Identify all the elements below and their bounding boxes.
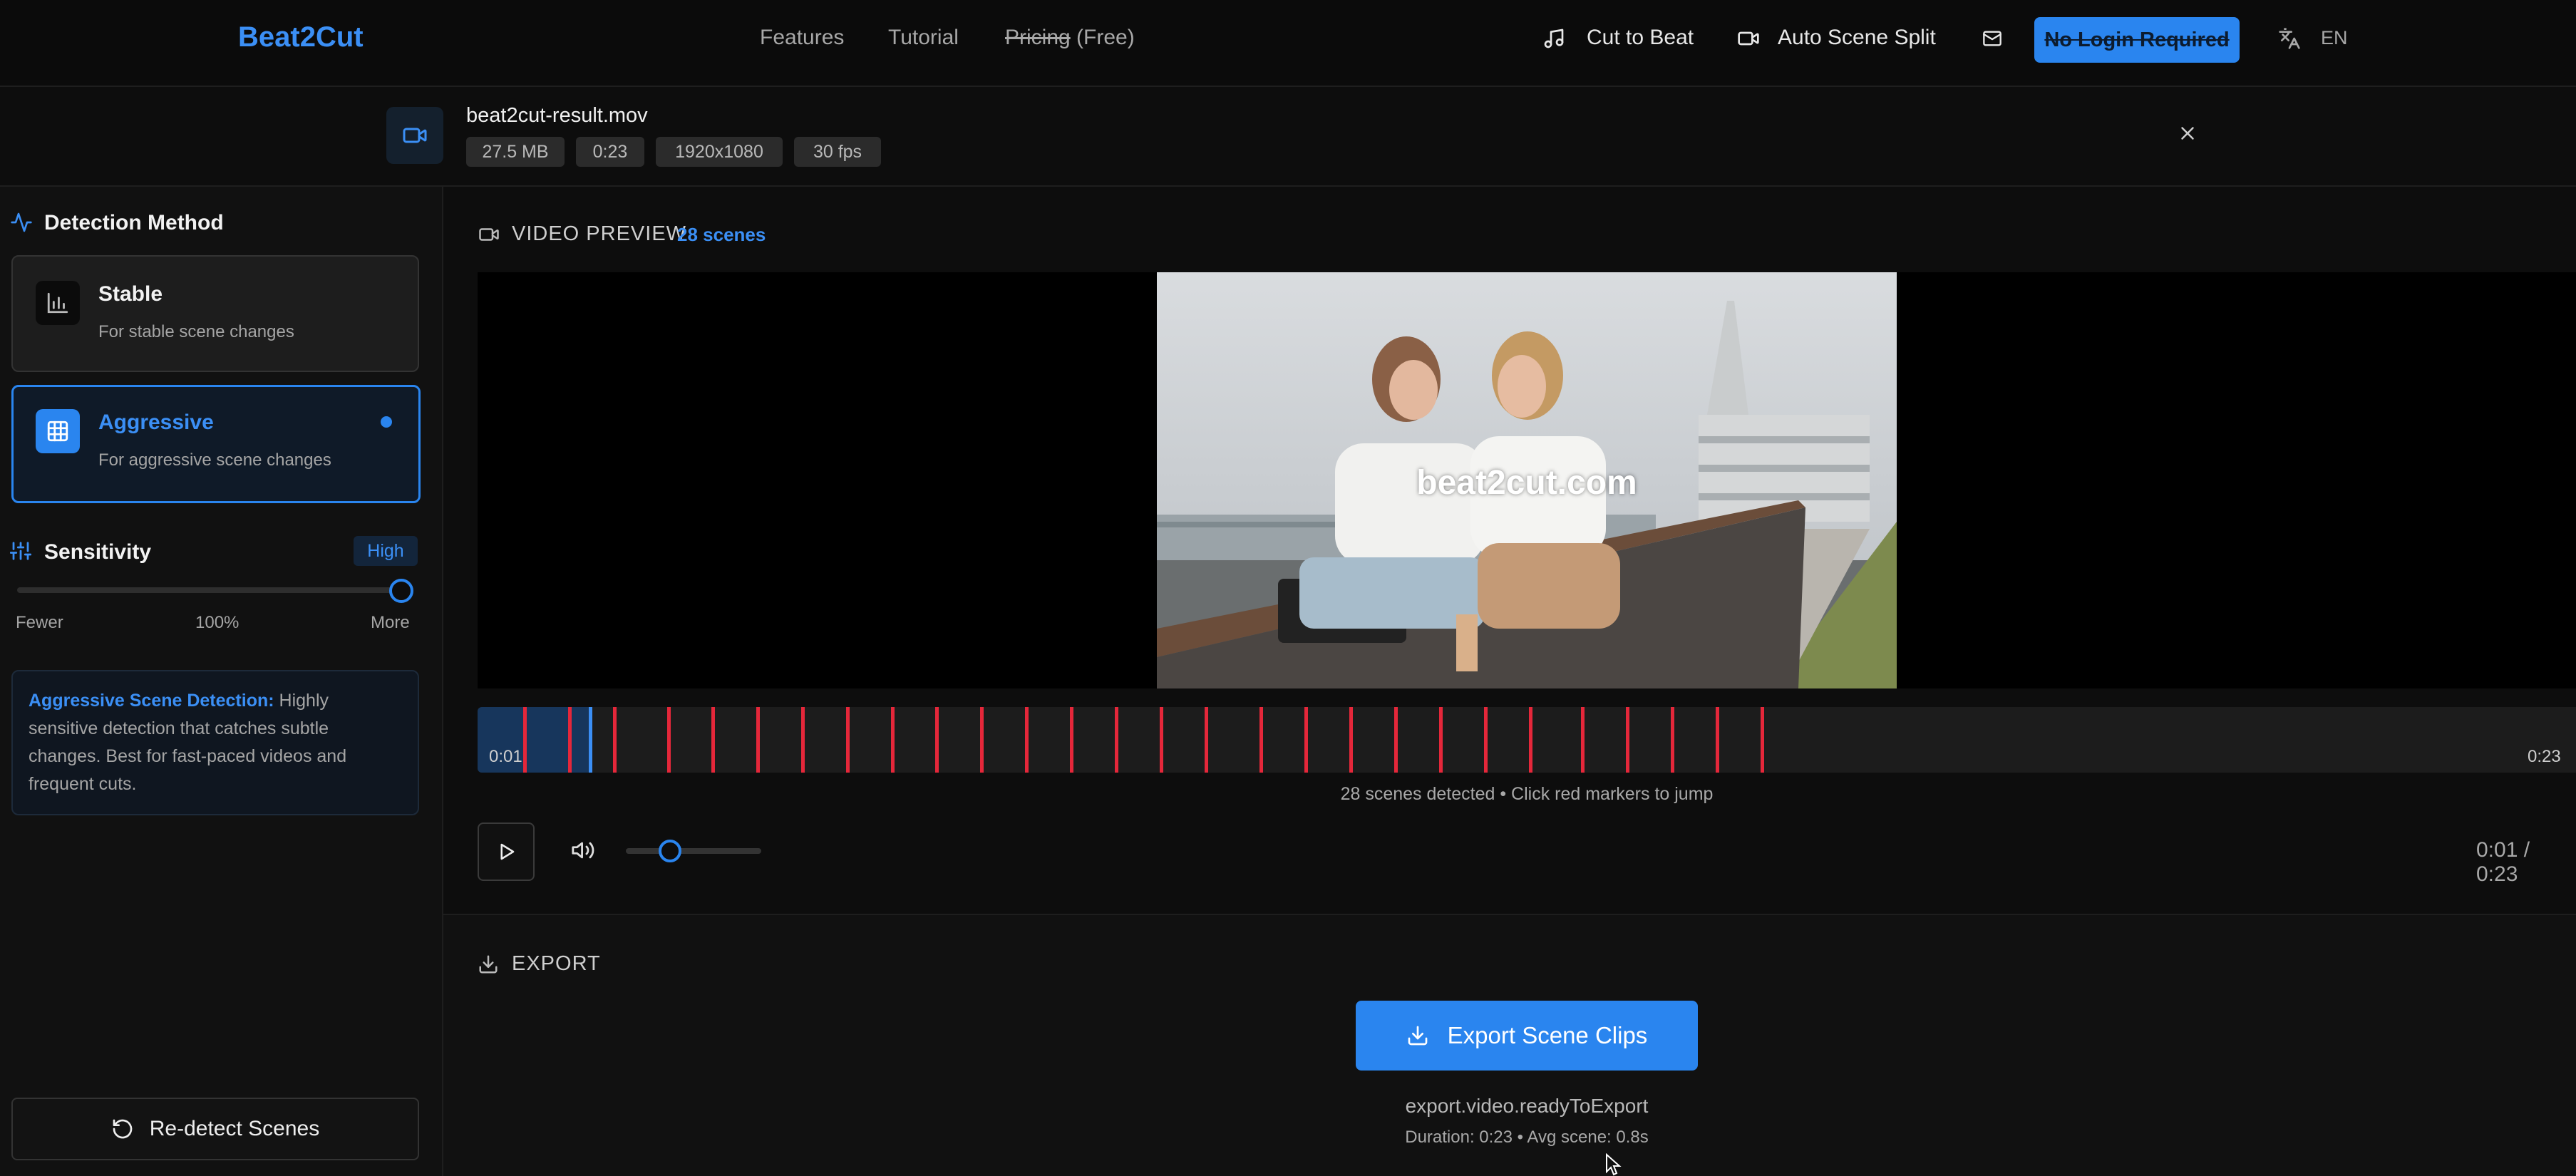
file-name: beat2cut-result.mov bbox=[466, 104, 648, 127]
pricing-free-label: (Free) bbox=[1076, 26, 1135, 49]
slider-value-label: 100% bbox=[195, 613, 239, 632]
file-duration-chip: 0:23 bbox=[576, 137, 644, 167]
scene-marker[interactable] bbox=[1160, 707, 1163, 773]
aggressive-title: Aggressive bbox=[98, 411, 214, 434]
bar-chart-icon bbox=[36, 281, 80, 325]
sliders-icon bbox=[10, 540, 31, 562]
scene-marker[interactable] bbox=[1205, 707, 1208, 773]
slider-min-label: Fewer bbox=[16, 613, 63, 632]
scene-marker[interactable] bbox=[1529, 707, 1532, 773]
music-note-icon bbox=[1542, 27, 1565, 50]
scene-marker[interactable] bbox=[1761, 707, 1764, 773]
scene-count-badge: 28 scenes bbox=[677, 224, 766, 245]
scene-marker[interactable] bbox=[980, 707, 984, 773]
nav-link-features[interactable]: Features bbox=[760, 26, 844, 50]
scene-marker[interactable] bbox=[613, 707, 617, 773]
scene-marker[interactable] bbox=[935, 707, 939, 773]
selected-indicator-dot bbox=[381, 416, 392, 428]
file-video-icon bbox=[386, 107, 443, 164]
brand-logo[interactable]: Beat2Cut bbox=[238, 21, 364, 53]
sensitivity-slider-thumb[interactable] bbox=[389, 579, 413, 603]
playback-time: 0:01 / 0:23 bbox=[2476, 838, 2530, 886]
watermark-text: beat2cut.com bbox=[1416, 464, 1637, 502]
sensitivity-slider-track[interactable] bbox=[17, 587, 402, 593]
export-meta-text: Duration: 0:23 • Avg scene: 0.8s bbox=[1405, 1128, 1649, 1147]
file-resolution-chip: 1920x1080 bbox=[656, 137, 783, 167]
re-detect-label: Re-detect Scenes bbox=[149, 1117, 320, 1140]
scene-marker[interactable] bbox=[1025, 707, 1029, 773]
download-icon bbox=[1406, 1024, 1429, 1047]
scene-marker[interactable] bbox=[1349, 707, 1353, 773]
auto-scene-split-link[interactable]: Auto Scene Split bbox=[1778, 26, 1936, 50]
timeline-end-time: 0:23 bbox=[2528, 747, 2561, 766]
volume-slider-track[interactable] bbox=[626, 848, 761, 854]
file-size-chip: 27.5 MB bbox=[466, 137, 565, 167]
download-icon bbox=[478, 954, 499, 975]
nav-link-tutorial[interactable]: Tutorial bbox=[888, 26, 959, 50]
mouse-cursor-icon bbox=[1605, 1153, 1622, 1176]
scene-marker[interactable] bbox=[1304, 707, 1308, 773]
scene-marker[interactable] bbox=[1394, 707, 1398, 773]
volume-icon[interactable] bbox=[570, 838, 596, 862]
scene-marker[interactable] bbox=[891, 707, 895, 773]
scenes-hint-text: 28 scenes detected • Click red markers t… bbox=[1340, 784, 1714, 804]
nav-link-pricing[interactable]: Pricing (Free) bbox=[1005, 26, 1135, 50]
scene-marker[interactable] bbox=[667, 707, 671, 773]
close-icon[interactable] bbox=[2177, 123, 2198, 144]
video-icon bbox=[478, 224, 500, 245]
video-preview-label: VIDEO PREVIEW bbox=[512, 222, 687, 245]
refresh-icon bbox=[111, 1118, 134, 1140]
cut-to-beat-link[interactable]: Cut to Beat bbox=[1587, 26, 1694, 50]
no-login-required-button[interactable]: No Login Required bbox=[2034, 17, 2240, 63]
aggressive-description: For aggressive scene changes bbox=[98, 450, 331, 470]
export-scene-clips-button[interactable]: Export Scene Clips bbox=[1356, 1001, 1698, 1071]
video-camera-icon bbox=[1736, 27, 1761, 50]
scene-marker[interactable] bbox=[1070, 707, 1073, 773]
detection-info-text: Aggressive Scene Detection: Highly sensi… bbox=[29, 687, 399, 798]
grid-icon bbox=[36, 409, 80, 453]
play-icon bbox=[495, 841, 517, 862]
export-button-label: Export Scene Clips bbox=[1447, 1022, 1648, 1048]
timeline-playhead[interactable] bbox=[589, 707, 592, 773]
detection-method-title: Detection Method bbox=[44, 211, 224, 234]
export-label: EXPORT bbox=[512, 952, 601, 975]
scene-marker[interactable] bbox=[711, 707, 715, 773]
stable-description: For stable scene changes bbox=[98, 322, 294, 341]
slider-max-label: More bbox=[371, 613, 410, 632]
scene-marker[interactable] bbox=[568, 707, 572, 773]
sensitivity-level-badge: High bbox=[354, 536, 418, 566]
timeline-start-time: 0:01 bbox=[489, 747, 522, 766]
scene-timeline[interactable] bbox=[478, 707, 2576, 773]
language-selector[interactable]: EN bbox=[2321, 27, 2348, 49]
activity-icon bbox=[10, 211, 33, 234]
scene-marker[interactable] bbox=[1439, 707, 1443, 773]
scene-marker[interactable] bbox=[1581, 707, 1585, 773]
info-heading: Aggressive Scene Detection: bbox=[29, 691, 274, 711]
scene-marker[interactable] bbox=[1484, 707, 1488, 773]
scene-marker[interactable] bbox=[1626, 707, 1629, 773]
re-detect-scenes-button[interactable]: Re-detect Scenes bbox=[11, 1098, 419, 1160]
stable-title: Stable bbox=[98, 282, 163, 306]
export-status-text: export.video.readyToExport bbox=[1405, 1095, 1649, 1117]
pricing-label: Pricing bbox=[1005, 26, 1071, 49]
play-button[interactable] bbox=[478, 822, 535, 881]
file-fps-chip: 30 fps bbox=[794, 137, 881, 167]
scene-marker[interactable] bbox=[846, 707, 850, 773]
volume-slider-thumb[interactable] bbox=[659, 840, 681, 862]
scene-marker[interactable] bbox=[1671, 707, 1674, 773]
scene-marker[interactable] bbox=[1259, 707, 1263, 773]
translate-icon[interactable] bbox=[2278, 27, 2301, 50]
sensitivity-title: Sensitivity bbox=[44, 540, 152, 564]
scene-marker[interactable] bbox=[801, 707, 805, 773]
scene-marker[interactable] bbox=[1115, 707, 1118, 773]
scene-marker[interactable] bbox=[1716, 707, 1719, 773]
scene-marker[interactable] bbox=[756, 707, 760, 773]
scene-marker[interactable] bbox=[523, 707, 527, 773]
mail-icon[interactable] bbox=[1982, 29, 2003, 48]
